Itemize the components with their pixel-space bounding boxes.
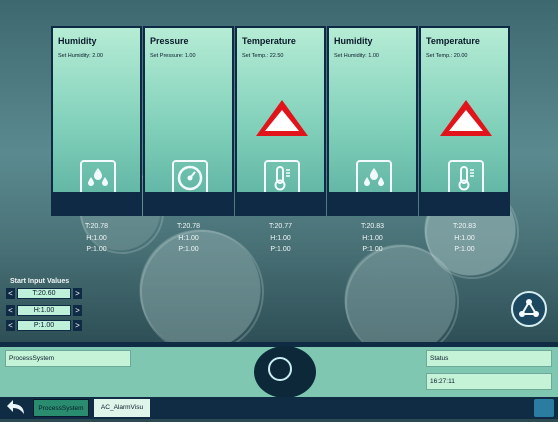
card-readout: T:20.77 H:1.00 P:1.00	[235, 221, 326, 256]
thermometer-icon	[448, 160, 484, 196]
temperature-value: T:20.78	[85, 223, 108, 230]
pressure-value: P:1.00	[270, 246, 291, 253]
card-footer	[421, 192, 508, 214]
sensor-card-humidity-1[interactable]: Humidity Set Humidity: 2.00	[51, 26, 142, 216]
card-footer	[329, 192, 416, 214]
increment-button[interactable]: >	[73, 288, 82, 299]
back-button[interactable]	[5, 399, 29, 417]
humidity-input[interactable]: H:1.00	[17, 305, 71, 316]
sensor-card-pressure[interactable]: Pressure Set Pressure: 1.00	[143, 26, 234, 216]
temperature-value: T:20.78	[177, 223, 200, 230]
card-title: Humidity	[58, 36, 97, 46]
card-readout: T:20.78 H:1.00 P:1.00	[51, 221, 142, 256]
status-ring	[268, 357, 292, 381]
temperature-value: T:20.83	[453, 223, 476, 230]
card-readout: T:20.78 H:1.00 P:1.00	[143, 221, 234, 256]
card-title: Humidity	[334, 36, 373, 46]
card-title: Temperature	[426, 36, 480, 46]
network-share-button[interactable]	[511, 291, 547, 327]
temperature-value: T:20.77	[269, 223, 292, 230]
pressure-input[interactable]: P:1.00	[17, 320, 71, 331]
pressure-value: P:1.00	[86, 246, 107, 253]
sensor-card-humidity-2[interactable]: Humidity Set Humidity: 1.00	[327, 26, 418, 216]
taskbar-button-alarmvisu[interactable]: AC_AlarmVisu	[94, 399, 150, 417]
card-setpoint: Set Humidity: 2.00	[58, 53, 103, 59]
network-share-icon	[519, 299, 539, 317]
humidity-value: H:1.00	[270, 234, 291, 242]
card-footer	[237, 192, 324, 214]
input-row-pressure: < P:1.00 >	[6, 320, 82, 331]
humidity-value: H:1.00	[454, 234, 475, 242]
humidity-drops-icon	[80, 160, 116, 196]
temperature-value: T:20.83	[361, 223, 384, 230]
taskbar-button-processsystem[interactable]: ProcessSystem	[33, 399, 89, 417]
card-readout: T:20.83 H:1.00 P:1.00	[419, 221, 510, 256]
card-setpoint: Set Humidity: 1.00	[334, 53, 379, 59]
time-field: 16:27:11	[426, 373, 552, 390]
card-title: Pressure	[150, 36, 189, 46]
card-readout: T:20.83 H:1.00 P:1.00	[327, 221, 418, 256]
card-footer	[53, 192, 140, 214]
input-row-temperature: < T:20.60 >	[6, 288, 82, 299]
card-setpoint: Set Temp.: 22.50	[242, 53, 284, 59]
process-system-field: ProcessSystem	[5, 350, 131, 367]
humidity-value: H:1.00	[362, 234, 383, 242]
sensor-card-temperature-2[interactable]: Temperature Set Temp.: 20.00	[419, 26, 510, 216]
system-tray-icon[interactable]	[534, 399, 554, 417]
input-row-humidity: < H:1.00 >	[6, 305, 82, 316]
increment-button[interactable]: >	[73, 305, 82, 316]
humidity-value: H:1.00	[86, 234, 107, 242]
thermometer-icon	[264, 160, 300, 196]
decrement-button[interactable]: <	[6, 305, 15, 316]
sensor-card-temperature-1[interactable]: Temperature Set Temp.: 22.50	[235, 26, 326, 216]
input-panel-title: Start Input Values	[10, 278, 70, 285]
pressure-gauge-icon	[172, 160, 208, 196]
pressure-value: P:1.00	[454, 246, 475, 253]
humidity-drops-icon	[356, 160, 392, 196]
humidity-value: H:1.00	[178, 234, 199, 242]
temperature-input[interactable]: T:20.60	[17, 288, 71, 299]
warning-triangle-icon	[256, 100, 308, 136]
card-title: Temperature	[242, 36, 296, 46]
pressure-value: P:1.00	[178, 246, 199, 253]
decrement-button[interactable]: <	[6, 320, 15, 331]
increment-button[interactable]: >	[73, 320, 82, 331]
card-footer	[145, 192, 232, 214]
decrement-button[interactable]: <	[6, 288, 15, 299]
warning-triangle-icon	[440, 100, 492, 136]
back-arrow-icon	[7, 400, 24, 414]
pressure-value: P:1.00	[362, 246, 383, 253]
card-setpoint: Set Temp.: 20.00	[426, 53, 468, 59]
status-field: Status	[426, 350, 552, 367]
card-setpoint: Set Pressure: 1.00	[150, 53, 196, 59]
